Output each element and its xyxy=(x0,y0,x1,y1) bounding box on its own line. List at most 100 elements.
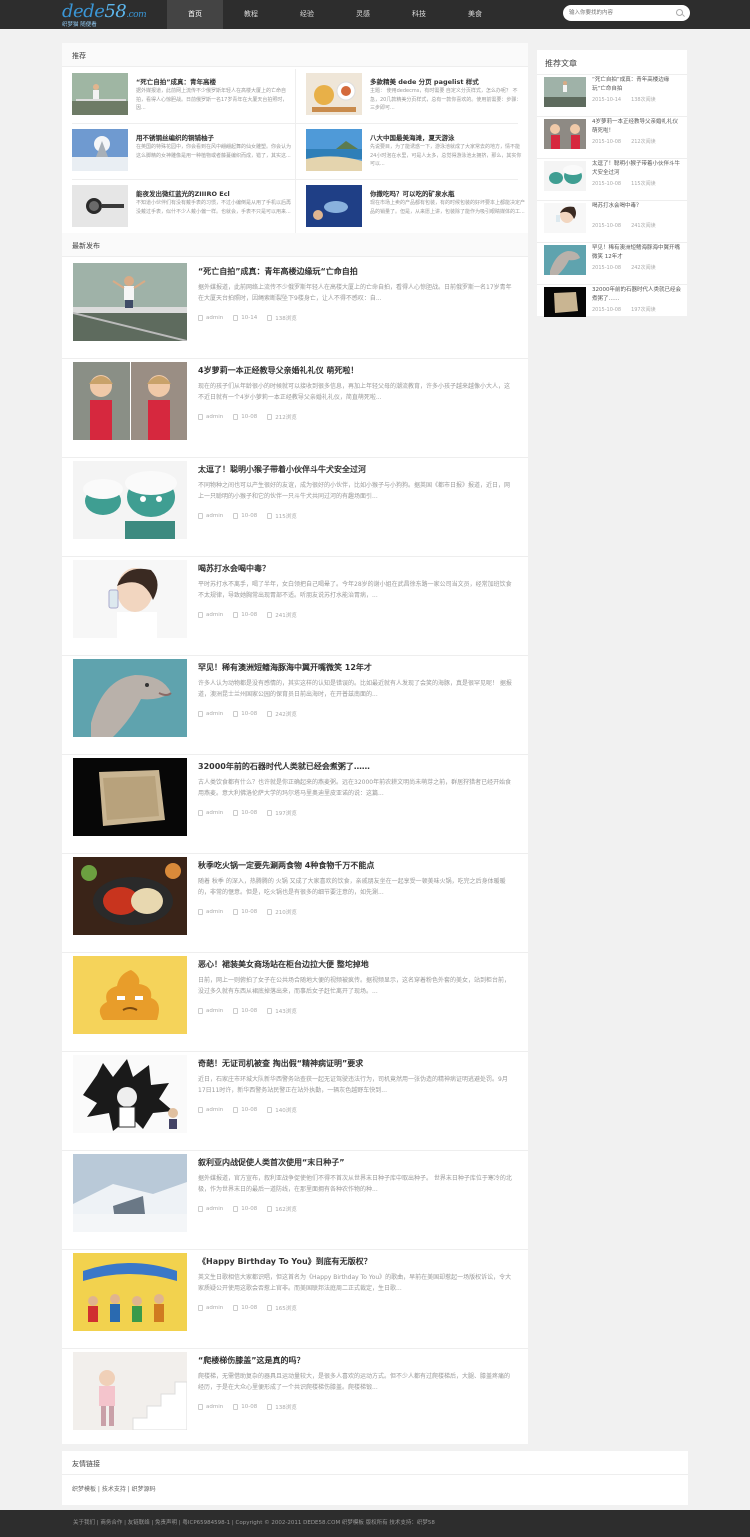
sidebar-thumbnail[interactable] xyxy=(544,203,586,233)
sidebar-item[interactable]: 4岁萝莉一本正经教导父亲婚礼礼仪 萌死啦！ 2015-10-08 212次阅读 xyxy=(537,117,687,159)
footer-text[interactable]: 关于我们 | 商务合作 | 友链联络 | 免责声明 | 粤ICP65984598… xyxy=(73,1518,435,1526)
article-title[interactable]: 《Happy Birthday To You》到底有无版权？ xyxy=(198,1256,372,1267)
featured-item-desc: 主题： 使用dedecms，有时需要 自定义分页样式，怎么办呢？ 不急，20几款… xyxy=(370,88,522,111)
article-author[interactable]: admin xyxy=(206,1305,223,1311)
sidebar-item[interactable]: 32000年前的石器时代人类就已经会煮粥了…… 2015-10-08 197次阅读 xyxy=(537,285,687,327)
article-item[interactable]: 《Happy Birthday To You》到底有无版权？ 英文生日歌相信大家… xyxy=(62,1250,528,1349)
article-item[interactable]: “爬楼梯伤膝盖”这是真的吗？ 爬楼梯，无需借助复杂的器具且运动量较大，是很多人喜… xyxy=(62,1349,528,1448)
featured-item-title[interactable]: 你撒吃吗？可以吃的矿泉水瓶 xyxy=(370,188,528,198)
article-views: 115浏览 xyxy=(275,514,297,520)
article-title[interactable]: “死亡自拍”成真：青年高楼边缘玩“亡命自拍 xyxy=(198,266,358,277)
nav-tech[interactable]: 科技 xyxy=(391,0,447,29)
sidebar-item[interactable]: “死亡自拍”成真：青年高楼边缘玩“亡命自拍 2015-10-14 138次阅读 xyxy=(537,75,687,117)
featured-thumbnail[interactable] xyxy=(306,129,362,171)
featured-thumbnail[interactable] xyxy=(72,73,128,115)
article-title[interactable]: 32000年前的石器时代人类就已经会煮粥了…… xyxy=(198,761,370,772)
article-item[interactable]: 喝苏打水会喝中毒？ 平时苏打水不离手，喝了半年，女白领把自己喝晕了。今年28岁的… xyxy=(62,557,528,656)
featured-thumbnail[interactable] xyxy=(72,185,128,227)
sidebar-item-title[interactable]: 4岁萝莉一本正经教导父亲婚礼礼仪 萌死啦！ xyxy=(592,118,682,136)
article-title[interactable]: 喝苏打水会喝中毒？ xyxy=(198,563,270,574)
article-thumbnail[interactable] xyxy=(73,758,187,836)
article-thumbnail[interactable] xyxy=(73,659,187,737)
article-item[interactable]: 恶心！裙装美女商场站在柜台边拉大便 整坨掉地 日前，网上一则俯拍了女子在公共场合… xyxy=(62,953,528,1052)
article-author[interactable]: admin xyxy=(206,612,223,618)
featured-item[interactable]: “死亡自拍”成真：青年高楼 据外媒报道，此前网上流传不少俄罗斯年轻人在高楼大厦上… xyxy=(72,67,295,121)
sidebar-item[interactable]: 太逗了！聪明小猴子带着小伙伴斗牛犬安全过河 2015-10-08 115次阅读 xyxy=(537,159,687,201)
article-author[interactable]: admin xyxy=(206,810,223,816)
article-thumbnail[interactable] xyxy=(73,263,187,341)
article-author[interactable]: admin xyxy=(206,1404,223,1410)
article-item[interactable]: 叙利亚内战促使人类首次使用“末日种子” 据外媒报道，官方宣布，叙利亚战争促使他们… xyxy=(62,1151,528,1250)
sidebar-item-title[interactable]: 罕见！稀有澳洲短鳍海豚海中翼开嘴微笑 12年才 xyxy=(592,244,682,262)
sidebar-thumbnail[interactable] xyxy=(544,77,586,107)
article-title[interactable]: 叙利亚内战促使人类首次使用“末日种子” xyxy=(198,1157,345,1168)
nav-experience[interactable]: 经验 xyxy=(279,0,335,29)
article-title[interactable]: “爬楼梯伤膝盖”这是真的吗？ xyxy=(198,1355,305,1366)
nav-food[interactable]: 美食 xyxy=(447,0,503,29)
eye-icon xyxy=(267,1206,273,1212)
sidebar-item[interactable]: 罕见！稀有澳洲短鳍海豚海中翼开嘴微笑 12年才 2015-10-08 242次阅读 xyxy=(537,243,687,285)
featured-item[interactable]: 用不锈钢丝编织的铜铺柚子 在英国的特殊花园中，你会看到在风中翩翩起舞的仙女雕塑。… xyxy=(72,123,295,177)
article-thumbnail[interactable] xyxy=(73,1154,187,1232)
nav-tutorial[interactable]: 教程 xyxy=(223,0,279,29)
sidebar-item-title[interactable]: 喝苏打水会喝中毒？ xyxy=(592,202,682,220)
sidebar-item-title[interactable]: 32000年前的石器时代人类就已经会煮粥了…… xyxy=(592,286,682,304)
nav-home[interactable]: 首页 xyxy=(167,0,223,29)
article-item[interactable]: 32000年前的石器时代人类就已经会煮粥了…… 古人类饮食都有什么？也许就是你正… xyxy=(62,755,528,854)
sidebar-thumbnail[interactable] xyxy=(544,161,586,191)
article-author[interactable]: admin xyxy=(206,513,223,519)
article-item[interactable]: 奇葩！无证司机被查 掏出假“精神病证明”要求 近日，石家庄市环城大队新华西警务站… xyxy=(62,1052,528,1151)
featured-item-title[interactable]: 能夜发出微红蓝光的ZIIIRO Ecl xyxy=(136,188,294,198)
featured-thumbnail[interactable] xyxy=(72,129,128,171)
article-author[interactable]: admin xyxy=(206,315,223,321)
featured-item[interactable]: 八大中国最美海滩，夏天游泳 先说要目，为了能诱惑一下，游泳池就成了大家常去的地方… xyxy=(306,123,529,177)
article-author[interactable]: admin xyxy=(206,711,223,717)
article-thumbnail[interactable] xyxy=(73,956,187,1034)
article-title[interactable]: 太逗了！聪明小猴子带着小伙伴斗牛犬安全过河 xyxy=(198,464,366,475)
nav-inspiration[interactable]: 灵感 xyxy=(335,0,391,29)
article-author[interactable]: admin xyxy=(206,909,223,915)
article-thumbnail[interactable] xyxy=(73,461,187,539)
featured-item[interactable]: 你撒吃吗？可以吃的矿泉水瓶 现在市场上卖的产品都有包装，有的时候包装的好坏要本上… xyxy=(306,179,529,233)
featured-thumbnail[interactable] xyxy=(306,185,362,227)
article-title[interactable]: 奇葩！无证司机被查 掏出假“精神病证明”要求 xyxy=(198,1058,363,1069)
featured-item-title[interactable]: 用不锈钢丝编织的铜铺柚子 xyxy=(136,132,294,142)
article-thumbnail[interactable] xyxy=(73,857,187,935)
article-author[interactable]: admin xyxy=(206,1008,223,1014)
featured-item-title[interactable]: 八大中国最美海滩，夏天游泳 xyxy=(370,132,528,142)
site-logo[interactable]: dede58.com 织梦猫 随便看 xyxy=(62,1,162,28)
article-author[interactable]: admin xyxy=(206,1107,223,1113)
clock-icon xyxy=(233,1206,239,1212)
article-thumbnail[interactable] xyxy=(73,560,187,638)
article-thumbnail[interactable] xyxy=(73,1352,187,1430)
sidebar-thumbnail[interactable] xyxy=(544,245,586,275)
article-title[interactable]: 秋季吃火锅一定要先涮两食物 4种食物千万不能点 xyxy=(198,860,374,871)
article-item[interactable]: 秋季吃火锅一定要先涮两食物 4种食物千万不能点 随着 秋季 的深入，热腾腾的 火… xyxy=(62,854,528,953)
article-item[interactable]: 4岁萝莉一本正经教导父亲婚礼礼仪 萌死啦！ 现在的孩子们从年龄很小的时候就可以接… xyxy=(62,359,528,458)
article-author[interactable]: admin xyxy=(206,414,223,420)
clock-icon xyxy=(233,315,239,321)
article-thumbnail[interactable] xyxy=(73,1055,187,1133)
article-author[interactable]: admin xyxy=(206,1206,223,1212)
sidebar-item-title[interactable]: “死亡自拍”成真：青年高楼边缘玩“亡命自拍 xyxy=(592,76,682,94)
featured-item-title[interactable]: 多款精美 dede 分页 pagelist 样式 xyxy=(370,76,528,86)
article-item[interactable]: 罕见！稀有澳洲短鳍海豚海中翼开嘴微笑 12年才 许多人认为动物都是没有感情的，其… xyxy=(62,656,528,755)
article-thumbnail[interactable] xyxy=(73,1253,187,1331)
search-input[interactable] xyxy=(569,7,673,19)
article-title[interactable]: 4岁萝莉一本正经教导父亲婚礼礼仪 萌死啦！ xyxy=(198,365,358,376)
article-item[interactable]: 太逗了！聪明小猴子带着小伙伴斗牛犬安全过河 不同物种之间也可以产生很好的友谊，成… xyxy=(62,458,528,557)
article-title[interactable]: 恶心！裙装美女商场站在柜台边拉大便 整坨掉地 xyxy=(198,959,369,970)
search-icon[interactable] xyxy=(676,9,683,16)
featured-item[interactable]: 多款精美 dede 分页 pagelist 样式 主题： 使用dedecms，有… xyxy=(306,67,529,121)
sidebar-item-title[interactable]: 太逗了！聪明小猴子带着小伙伴斗牛犬安全过河 xyxy=(592,160,682,178)
featured-item[interactable]: 能夜发出微红蓝光的ZIIIRO Ecl 不知道小伙伴们有没有戴手表的习惯，不过小… xyxy=(72,179,295,233)
article-item[interactable]: “死亡自拍”成真：青年高楼边缘玩“亡命自拍 据外媒报道，此前网络上流传不少俄罗斯… xyxy=(62,260,528,359)
sidebar-thumbnail[interactable] xyxy=(544,119,586,149)
featured-item-title[interactable]: “死亡自拍”成真：青年高楼 xyxy=(136,76,294,86)
sidebar-thumbnail[interactable] xyxy=(544,287,586,317)
sidebar-item[interactable]: 喝苏打水会喝中毒？ 2015-10-08 241次阅读 xyxy=(537,201,687,243)
article-title[interactable]: 罕见！稀有澳洲短鳍海豚海中翼开嘴微笑 12年才 xyxy=(198,662,372,673)
featured-thumbnail[interactable] xyxy=(306,73,362,115)
article-thumbnail[interactable] xyxy=(73,362,187,440)
friend-links-list[interactable]: 织梦模板 | 技术支持 | 织梦源码 xyxy=(72,1484,156,1493)
